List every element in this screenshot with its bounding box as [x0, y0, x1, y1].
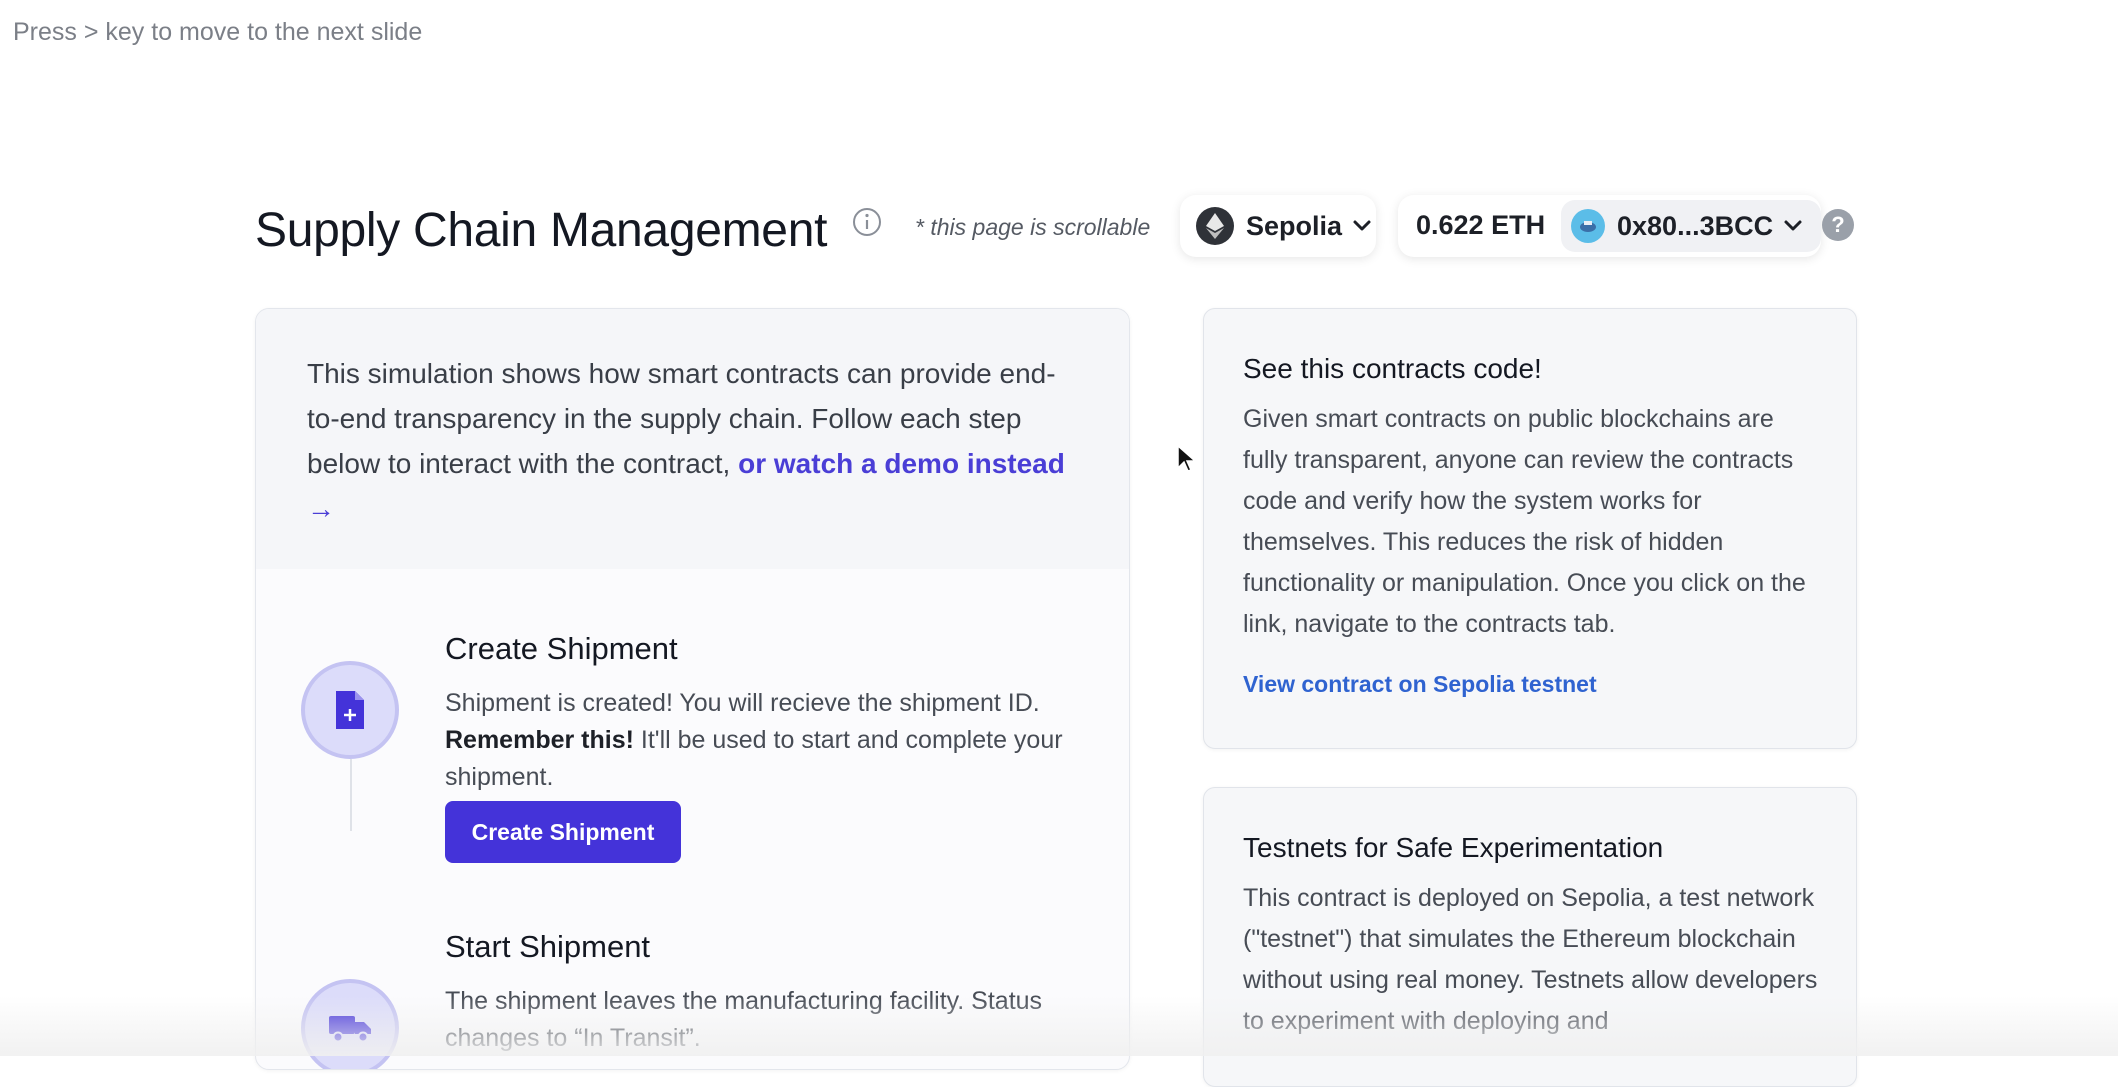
info-icon[interactable] — [852, 207, 882, 237]
account-button[interactable]: 0x80...3BCC — [1561, 200, 1821, 252]
network-selector-button[interactable]: Sepolia — [1180, 195, 1376, 257]
page-title: Supply Chain Management — [255, 204, 828, 257]
chevron-down-icon — [1784, 220, 1802, 231]
card-body: Given smart contracts on public blockcha… — [1243, 405, 1806, 638]
wallet-address: 0x80...3BCC — [1617, 210, 1774, 241]
card-title: See this contracts code! — [1243, 353, 1542, 384]
contract-code-card: See this contracts code! Given smart con… — [1203, 308, 1857, 749]
document-plus-icon — [301, 661, 399, 759]
header: Supply Chain Management * this page is s… — [255, 195, 1855, 261]
step-title: Create Shipment — [445, 631, 678, 666]
arrow-right-icon[interactable]: → — [307, 493, 335, 524]
create-shipment-button[interactable]: Create Shipment — [445, 801, 681, 863]
account-pill: 0.622 ETH 0x80...3BCC — [1398, 195, 1821, 257]
step-title: Start Shipment — [445, 929, 651, 964]
ethereum-icon — [1196, 207, 1234, 245]
network-name: Sepolia — [1246, 210, 1343, 241]
scroll-note: * this page is scrollable — [915, 214, 1151, 240]
watch-demo-link[interactable]: or watch a demo instead — [738, 448, 1065, 479]
step-desc-emphasis: Remember this! — [445, 726, 634, 754]
slide-hint: Press > key to move to the next slide — [13, 18, 423, 46]
chevron-down-icon — [1353, 220, 1371, 231]
step-connector — [350, 759, 352, 831]
simulation-card: This simulation shows how smart contract… — [255, 308, 1130, 1070]
help-icon[interactable]: ? — [1822, 209, 1854, 241]
intro-text: This simulation shows how smart contract… — [256, 309, 1129, 569]
mouse-cursor-icon — [1177, 444, 1196, 472]
step-desc-text: Shipment is created! You will recieve th… — [445, 689, 1040, 717]
avatar — [1571, 209, 1605, 243]
eth-balance: 0.622 ETH — [1416, 210, 1546, 240]
card-title: Testnets for Safe Experimentation — [1243, 832, 1664, 863]
view-contract-link[interactable]: View contract on Sepolia testnet — [1243, 671, 1818, 698]
bottom-fade — [0, 996, 2118, 1056]
step-description: Shipment is created! You will recieve th… — [445, 685, 1075, 796]
